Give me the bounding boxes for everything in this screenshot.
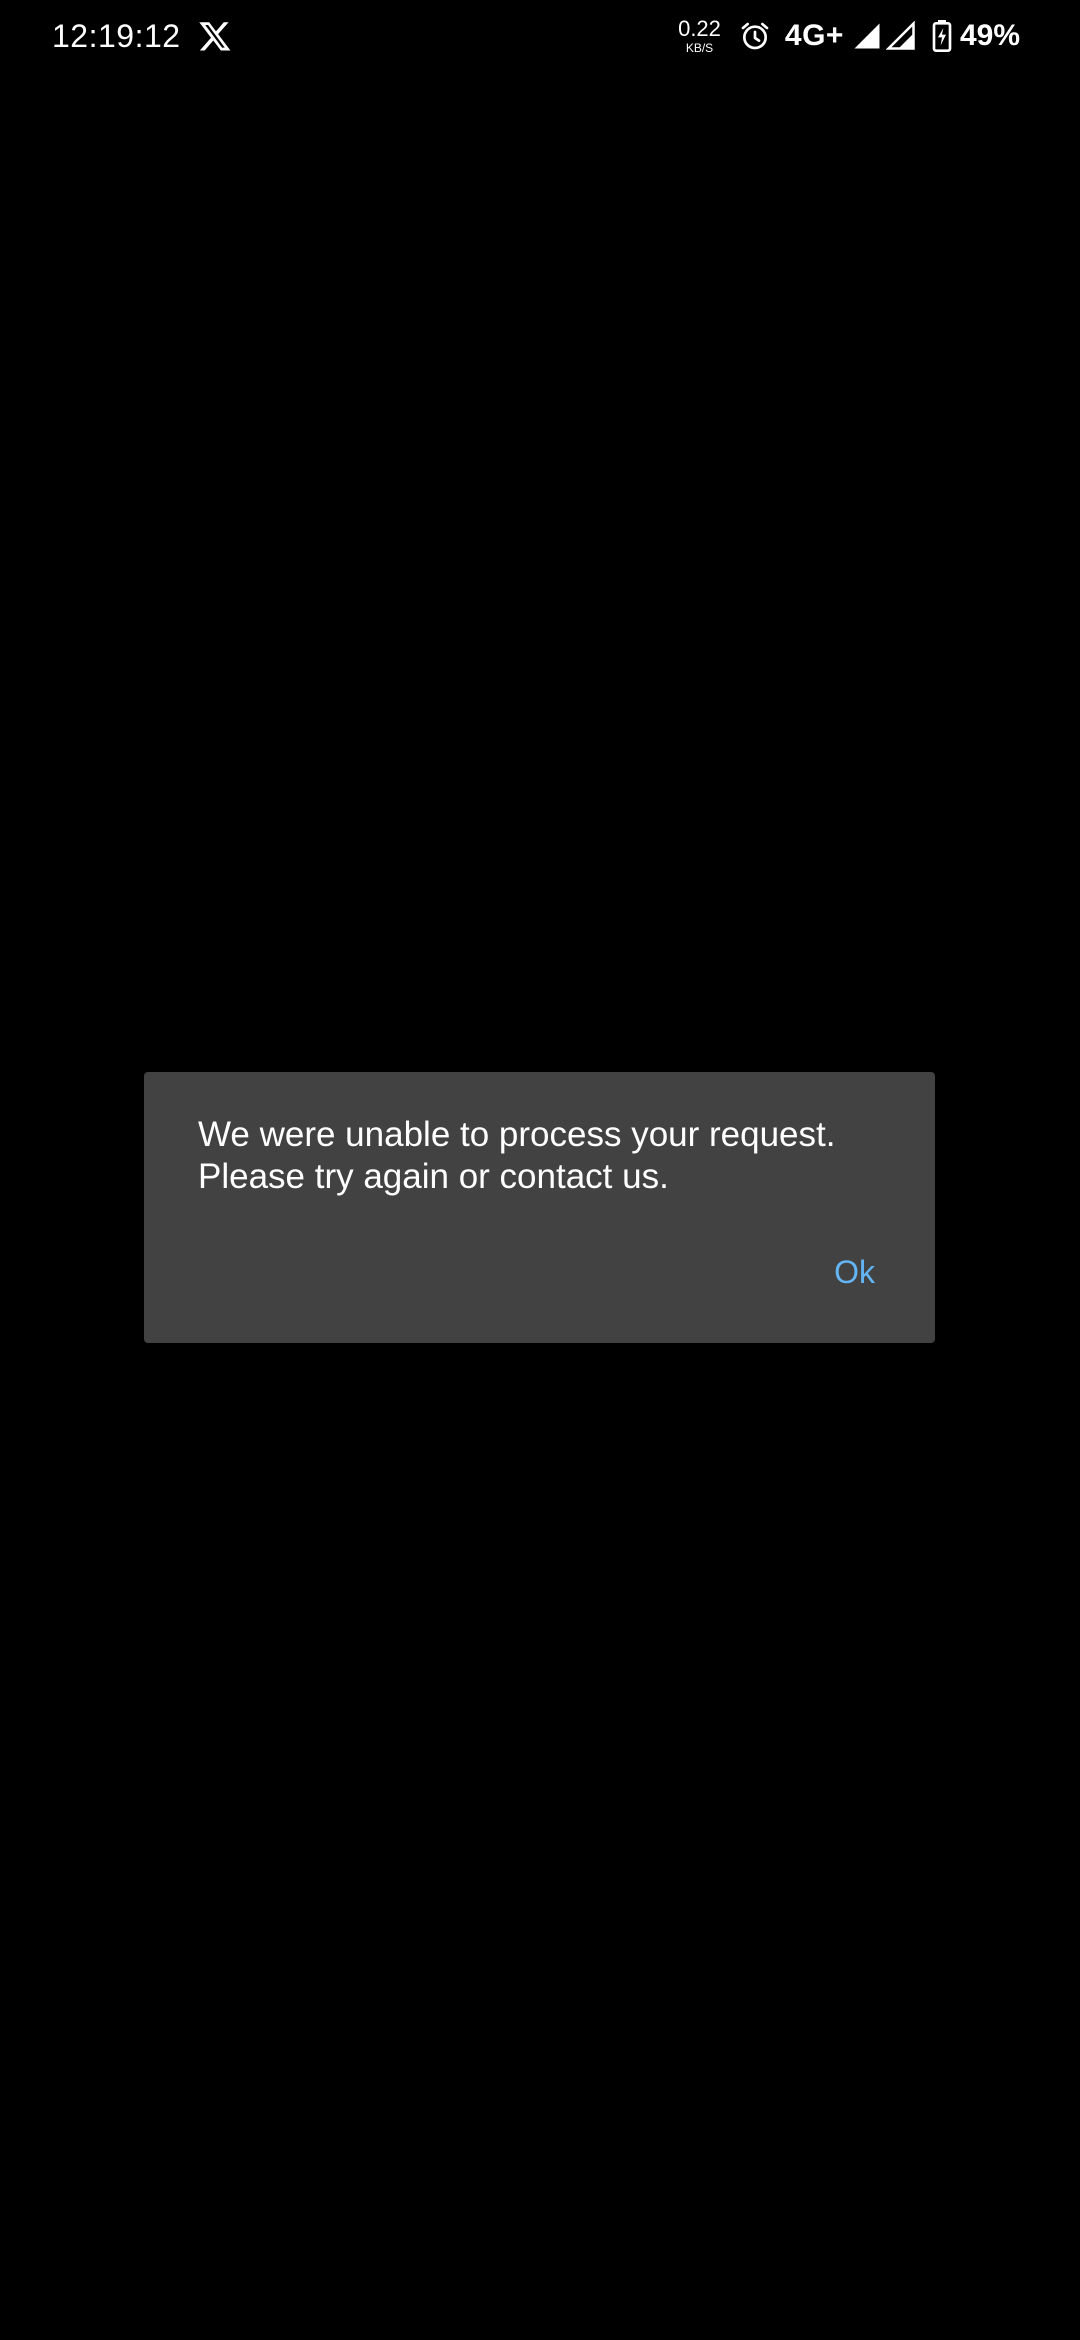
signal-icon <box>854 23 880 49</box>
battery-percent: 49% <box>959 19 1020 52</box>
dialog-message-line-1: We were unable to process your request. <box>198 1115 836 1154</box>
status-bar: 12:19:12 0.22 KB/S 4G+ 49% <box>0 0 1080 72</box>
x-logo-icon <box>199 22 231 51</box>
network-type: 4G+ <box>784 19 844 52</box>
alarm-icon <box>741 22 769 50</box>
ok-button[interactable]: Ok <box>834 1252 875 1292</box>
battery-charging-icon <box>932 20 952 52</box>
error-dialog: We were unable to process your request. … <box>144 1072 935 1343</box>
net-speed-unit: KB/S <box>685 41 714 55</box>
status-indicators: 0.22 KB/S 4G+ 49% <box>678 12 1020 60</box>
dialog-message: We were unable to process your request. … <box>198 1114 898 1198</box>
net-speed: 0.22 KB/S <box>678 16 721 55</box>
dialog-message-line-2: Please try again or contact us. <box>198 1157 669 1196</box>
signal-icon-secondary <box>885 21 915 50</box>
status-time: 12:19:12 <box>52 18 181 54</box>
screen: 12:19:12 0.22 KB/S 4G+ 49% We were unabl… <box>0 0 1080 2340</box>
net-speed-value: 0.22 <box>678 16 721 41</box>
